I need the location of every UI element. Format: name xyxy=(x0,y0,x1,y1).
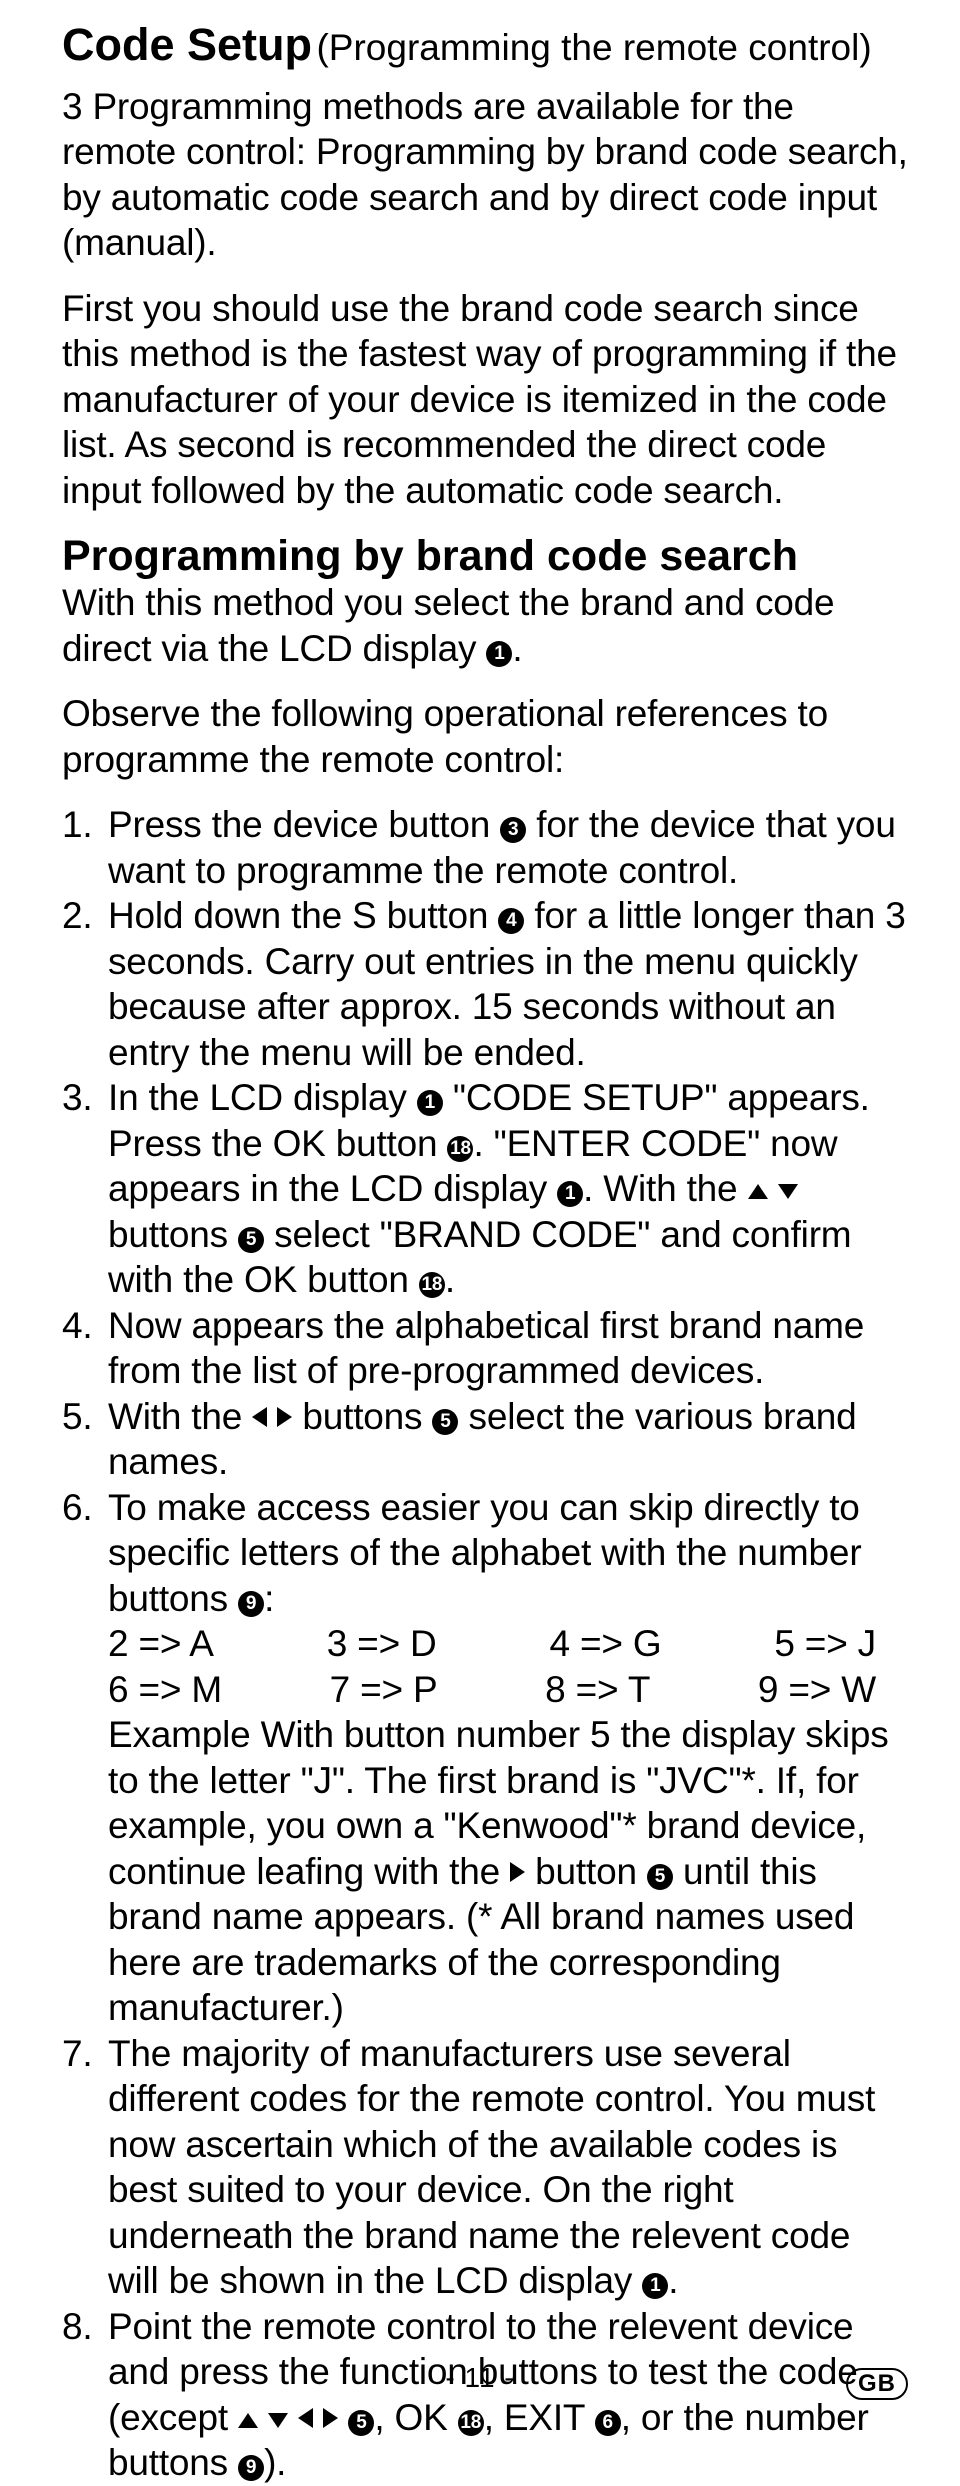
down-arrow-icon xyxy=(268,2413,288,2428)
page-subtitle: (Programming the remote control) xyxy=(316,27,871,68)
ref-5-icon: 5 xyxy=(432,1409,458,1435)
ref-9-icon: 9 xyxy=(238,1591,264,1617)
text: Press the device button xyxy=(108,804,500,845)
page-number: - 11 - xyxy=(0,2362,960,2394)
section-paragraph-1: With this method you select the brand an… xyxy=(62,580,910,671)
step-number: 4. xyxy=(62,1303,108,1394)
step-7: 7. The majority of manufacturers use sev… xyxy=(62,2031,910,2304)
right-arrow-icon xyxy=(510,1862,525,1882)
step-number: 8. xyxy=(62,2304,108,2486)
step-number: 3. xyxy=(62,1075,108,1303)
text: : xyxy=(264,1578,274,1619)
step-content: Point the remote control to the relevent… xyxy=(108,2304,910,2486)
text: Hold down the S button xyxy=(108,895,498,936)
text: In the LCD display xyxy=(108,1077,417,1118)
step-6: 6. To make access easier you can skip di… xyxy=(62,1485,910,2031)
map-entry: 9 => W xyxy=(758,1667,876,1713)
ref-4-icon: 4 xyxy=(498,908,524,934)
left-arrow-icon xyxy=(252,1407,267,1427)
step-content: Press the device button 3 for the device… xyxy=(108,802,910,893)
ref-1-icon: 1 xyxy=(557,1181,583,1207)
steps-list: 1. Press the device button 3 for the dev… xyxy=(62,802,910,2486)
ref-18-icon: 18 xyxy=(419,1272,445,1298)
ref-9-icon: 9 xyxy=(238,2455,264,2481)
up-arrow-icon xyxy=(748,1184,768,1199)
text: The majority of manufacturers use severa… xyxy=(108,2033,875,2302)
text: buttons xyxy=(108,1214,238,1255)
ref-6-icon: 6 xyxy=(595,2410,621,2436)
step-content: To make access easier you can skip direc… xyxy=(108,1485,910,2031)
text: buttons xyxy=(292,1396,432,1437)
text: . xyxy=(668,2260,678,2301)
map-entry: 6 => M xyxy=(108,1667,222,1713)
ref-18-icon: 18 xyxy=(458,2410,484,2436)
text: button xyxy=(525,1851,647,1892)
letter-map-row-2: 6 => M 7 => P 8 => T 9 => W xyxy=(108,1667,910,1713)
text: ). xyxy=(264,2442,286,2483)
ref-3-icon: 3 xyxy=(500,817,526,843)
text: . xyxy=(445,1259,455,1300)
page: Code Setup (Programming the remote contr… xyxy=(0,0,960,2436)
intro-paragraph-1: 3 Programming methods are available for … xyxy=(62,84,910,266)
step-number: 2. xyxy=(62,893,108,1075)
step-3: 3. In the LCD display 1 "CODE SETUP" app… xyxy=(62,1075,910,1303)
step-number: 5. xyxy=(62,1394,108,1485)
ref-5-icon: 5 xyxy=(647,1864,673,1890)
step-content: In the LCD display 1 "CODE SETUP" appear… xyxy=(108,1075,910,1303)
text: With the xyxy=(108,1396,252,1437)
map-entry: 2 => A xyxy=(108,1621,214,1667)
ref-18-icon: 18 xyxy=(447,1136,473,1162)
step-number: 6. xyxy=(62,1485,108,2031)
text: , EXIT xyxy=(484,2397,595,2438)
text: To make access easier you can skip direc… xyxy=(108,1487,861,1619)
step-1: 1. Press the device button 3 for the dev… xyxy=(62,802,910,893)
step-number: 1. xyxy=(62,802,108,893)
text: , OK xyxy=(374,2397,457,2438)
text: . xyxy=(512,628,522,669)
page-title: Code Setup xyxy=(62,19,312,70)
left-arrow-icon xyxy=(298,2408,313,2428)
section-heading: Programming by brand code search xyxy=(62,533,910,580)
step-8: 8. Point the remote control to the relev… xyxy=(62,2304,910,2486)
step-5: 5. With the buttons 5 select the various… xyxy=(62,1394,910,1485)
down-arrow-icon xyxy=(778,1184,798,1199)
map-entry: 7 => P xyxy=(330,1667,438,1713)
step-number: 7. xyxy=(62,2031,108,2304)
step-content: Hold down the S button 4 for a little lo… xyxy=(108,893,910,1075)
step-content: The majority of manufacturers use severa… xyxy=(108,2031,910,2304)
letter-map-row-1: 2 => A 3 => D 4 => G 5 => J xyxy=(108,1621,910,1667)
ref-1-icon: 1 xyxy=(486,641,512,667)
up-arrow-icon xyxy=(238,2413,258,2428)
page-title-line: Code Setup (Programming the remote contr… xyxy=(62,20,910,70)
text: . With the xyxy=(583,1168,747,1209)
language-badge: GB xyxy=(846,2368,908,2400)
step-content: Now appears the alphabetical first brand… xyxy=(108,1303,910,1394)
right-arrow-icon xyxy=(323,2408,338,2428)
map-entry: 4 => G xyxy=(549,1621,661,1667)
right-arrow-icon xyxy=(277,1407,292,1427)
step-2: 2. Hold down the S button 4 for a little… xyxy=(62,893,910,1075)
ref-1-icon: 1 xyxy=(417,1090,443,1116)
ref-1-icon: 1 xyxy=(642,2273,668,2299)
ref-5-icon: 5 xyxy=(348,2410,374,2436)
ref-5-icon: 5 xyxy=(238,1227,264,1253)
step-content: With the buttons 5 select the various br… xyxy=(108,1394,910,1485)
map-entry: 5 => J xyxy=(774,1621,876,1667)
map-entry: 8 => T xyxy=(545,1667,650,1713)
section-paragraph-2: Observe the following operational refere… xyxy=(62,691,910,782)
step-4: 4. Now appears the alphabetical first br… xyxy=(62,1303,910,1394)
map-entry: 3 => D xyxy=(327,1621,437,1667)
intro-paragraph-2: First you should use the brand code sear… xyxy=(62,286,910,514)
text: With this method you select the brand an… xyxy=(62,582,834,669)
